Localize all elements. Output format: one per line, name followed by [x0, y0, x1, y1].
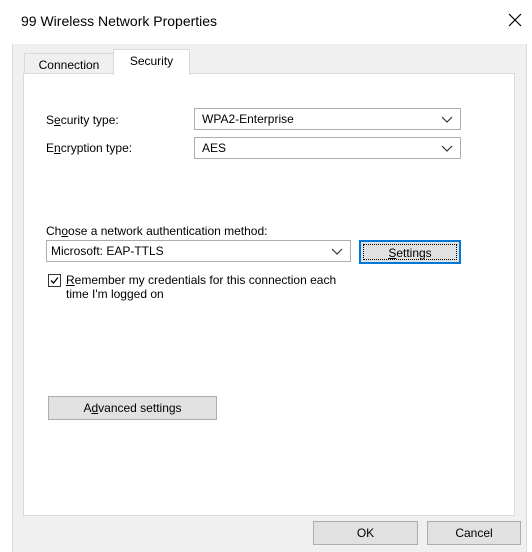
window-border-right	[526, 44, 527, 552]
encryption-type-value: AES	[202, 141, 227, 155]
remember-credentials-checkbox[interactable]	[48, 274, 61, 287]
ok-button[interactable]: OK	[313, 521, 418, 545]
tab-connection[interactable]: Connection	[24, 53, 114, 75]
cancel-button[interactable]: Cancel	[427, 521, 521, 545]
close-icon[interactable]	[504, 9, 526, 31]
security-type-label: Security type:	[46, 113, 119, 127]
cancel-button-label: Cancel	[455, 526, 493, 540]
security-type-value: WPA2-Enterprise	[202, 112, 294, 126]
advanced-settings-button[interactable]: Advanced settings	[48, 396, 217, 420]
chevron-down-icon	[331, 248, 343, 255]
ok-button-label: OK	[356, 526, 375, 540]
remember-credentials-label-line2: time I'm logged on	[66, 287, 164, 301]
settings-button-label: Settings	[388, 246, 432, 260]
encryption-type-dropdown[interactable]: AES	[194, 137, 461, 159]
chevron-down-icon	[441, 116, 453, 123]
title-bar: 99 Wireless Network Properties	[0, 0, 532, 44]
window-title: 99 Wireless Network Properties	[21, 13, 218, 29]
tab-security[interactable]: Security	[113, 49, 190, 75]
security-tab-panel: Security type: WPA2-Enterprise Encryptio…	[23, 73, 515, 516]
encryption-type-label: Encryption type:	[46, 141, 133, 155]
tab-security-label: Security	[129, 54, 174, 68]
checkmark-icon	[50, 277, 59, 284]
auth-method-label: Choose a network authentication method:	[46, 224, 268, 238]
remember-credentials-label-line1: Remember my credentials for this connect…	[66, 273, 337, 287]
chevron-down-icon	[441, 145, 453, 152]
security-type-dropdown[interactable]: WPA2-Enterprise	[194, 108, 461, 130]
auth-method-dropdown[interactable]: Microsoft: EAP-TTLS	[46, 240, 351, 262]
settings-button[interactable]: Settings	[359, 240, 461, 264]
auth-method-value: Microsoft: EAP-TTLS	[51, 244, 164, 258]
tab-connection-label: Connection	[38, 58, 100, 72]
advanced-settings-label: Advanced settings	[83, 401, 182, 415]
